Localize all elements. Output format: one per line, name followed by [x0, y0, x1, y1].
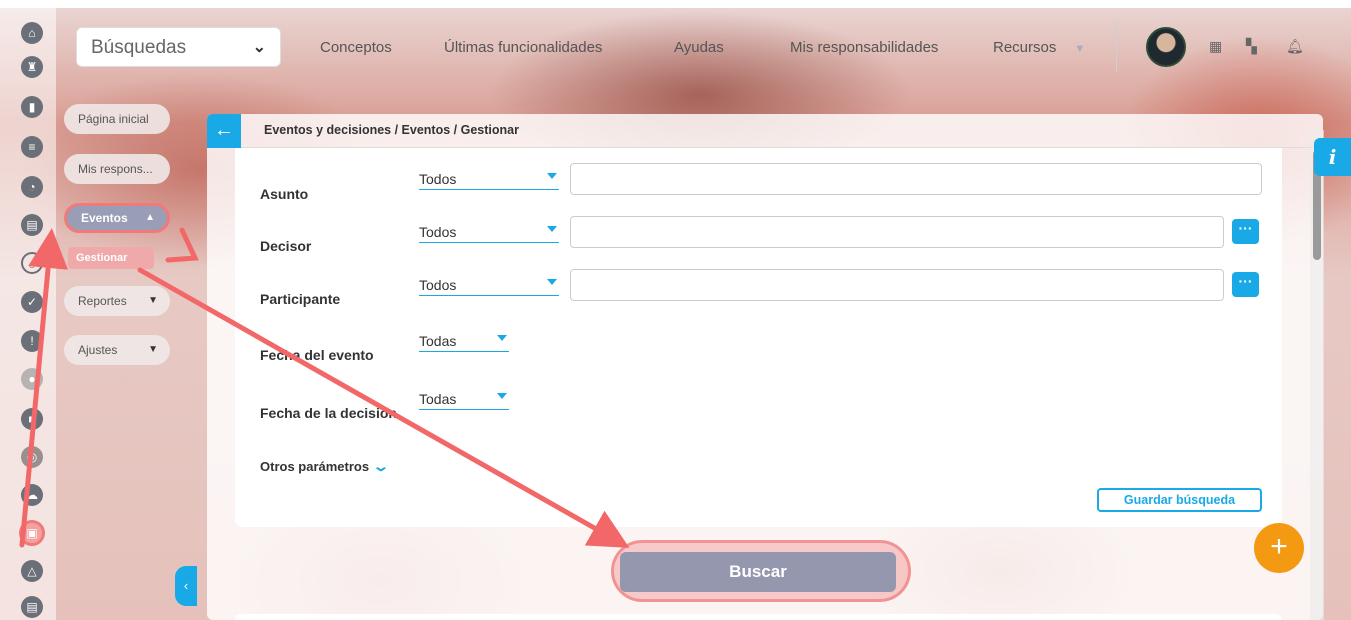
info-icon[interactable]: i: [1314, 138, 1351, 176]
breadcrumb: Eventos y decisiones / Eventos / Gestion…: [264, 123, 519, 137]
panel-header: ← Eventos y decisiones / Eventos / Gesti…: [207, 114, 1323, 148]
main-panel: ← Eventos y decisiones / Eventos / Gesti…: [207, 114, 1323, 620]
participante-value: Todos: [419, 277, 457, 293]
search-select-label: Búsquedas: [91, 37, 187, 58]
sidebar-item-label: Gestionar: [76, 252, 128, 264]
caret-down-icon: ▼: [148, 344, 158, 355]
nav-ayudas[interactable]: Ayudas: [674, 39, 724, 56]
caret-down-icon: [547, 279, 557, 285]
search-form: Asunto Todos Decisor Todos ··· Participa…: [235, 148, 1282, 527]
board-icon[interactable]: ■: [21, 408, 43, 430]
otros-parametros-toggle[interactable]: Otros parámetros ⌄: [260, 458, 390, 475]
back-button[interactable]: ←: [207, 114, 241, 148]
decisor-picker-button[interactable]: ···: [1232, 219, 1259, 244]
otros-parametros-label: Otros parámetros: [260, 459, 370, 474]
bell-icon[interactable]: 🔔︎: [1286, 38, 1304, 54]
pie-chart-icon[interactable]: ◔: [21, 176, 43, 198]
sidebar-item-eventos[interactable]: Eventos ▲: [64, 203, 170, 233]
asunto-value: Todos: [419, 171, 457, 187]
sidebar-item-reportes[interactable]: Reportes ▼: [64, 286, 170, 316]
home-icon[interactable]: ⌂: [21, 22, 43, 44]
sidebar-item-pagina-inicial[interactable]: Página inicial: [64, 104, 170, 134]
sidebar-item-gestionar[interactable]: Gestionar: [68, 247, 154, 269]
network-icon[interactable]: △: [21, 560, 43, 582]
target-icon[interactable]: ◎: [21, 446, 43, 468]
collapse-sidebar-button[interactable]: ‹: [175, 566, 197, 606]
nav-conceptos[interactable]: Conceptos: [320, 39, 392, 56]
chess-rook-icon[interactable]: ♜: [21, 56, 43, 78]
caret-down-icon: [547, 173, 557, 179]
caret-down-icon: ▼: [148, 295, 158, 306]
avatar[interactable]: [1146, 27, 1186, 67]
participante-dropdown[interactable]: Todos: [419, 274, 559, 296]
list-icon[interactable]: ≡: [21, 136, 43, 158]
top-line: [0, 0, 1351, 8]
document-icon[interactable]: ▤: [21, 214, 43, 236]
nav-divider: [1116, 22, 1117, 72]
cycle-icon[interactable]: ○: [21, 252, 43, 274]
decisor-label: Decisor: [260, 238, 312, 254]
save-search-button[interactable]: Guardar búsqueda: [1097, 488, 1262, 512]
chevron-down-icon: ⌄: [372, 458, 390, 474]
participante-picker-button[interactable]: ···: [1232, 272, 1259, 297]
fecha-decision-dropdown[interactable]: Todas: [419, 388, 509, 410]
rail-item-icon[interactable]: ●: [21, 368, 43, 390]
caret-up-icon: ▲: [145, 212, 155, 223]
caret-down-icon: [547, 226, 557, 232]
cloud-icon[interactable]: ☁: [21, 484, 43, 506]
caret-down-icon: ▼: [1074, 43, 1086, 55]
sidebar-item-label: Eventos: [81, 211, 128, 225]
buscar-button[interactable]: Buscar: [620, 552, 896, 592]
chevron-down-icon: ⌄: [252, 39, 266, 56]
calendar-grid-icon[interactable]: ▦: [1209, 38, 1225, 54]
warning-icon[interactable]: !: [21, 330, 43, 352]
decisor-dropdown[interactable]: Todos: [419, 221, 559, 243]
fecha-decision-label: Fecha de la decisión: [260, 405, 397, 421]
fecha-evento-dropdown[interactable]: Todas: [419, 330, 509, 352]
fecha-evento-label: Fecha del evento: [260, 347, 374, 363]
nav-ultimas-funcionalidades[interactable]: Últimas funcionalidades: [444, 39, 602, 56]
submenu: Página inicial Mis respons... Eventos ▲ G…: [56, 86, 176, 620]
list-doc-icon[interactable]: ▤: [21, 596, 43, 618]
asunto-dropdown[interactable]: Todos: [419, 168, 559, 190]
decisor-input[interactable]: [570, 216, 1224, 248]
map-icon[interactable]: ▚: [1246, 38, 1262, 54]
top-nav: Búsquedas ⌄ Conceptos Últimas funcionali…: [56, 8, 1351, 86]
caret-down-icon: [497, 335, 507, 341]
search-select[interactable]: Búsquedas ⌄: [76, 27, 281, 67]
check-circle-icon[interactable]: ✓: [21, 291, 43, 313]
nav-mis-responsabilidades[interactable]: Mis responsabilidades: [790, 39, 938, 56]
sidebar-item-label: Ajustes: [78, 343, 118, 357]
sidebar-item-label: Reportes: [78, 294, 127, 308]
caret-down-icon: [497, 393, 507, 399]
add-button[interactable]: +: [1254, 523, 1304, 573]
icon-rail: ⌂ ♜ ▮ ≡ ◔ ▤ ○ ✓ ! ● ■ ◎ ☁ ▣ △ ▤: [0, 8, 56, 620]
nav-recursos-label: Recursos: [993, 39, 1057, 56]
sidebar-item-mis-respons[interactable]: Mis respons...: [64, 154, 170, 184]
asunto-label: Asunto: [260, 186, 309, 202]
calendar-icon[interactable]: ▣: [19, 520, 45, 546]
fecha-evento-value: Todas: [419, 333, 457, 349]
decisor-value: Todos: [419, 224, 457, 240]
results-card: [235, 614, 1282, 620]
sidebar-item-ajustes[interactable]: Ajustes ▼: [64, 335, 170, 365]
sidebar-item-label: Mis respons...: [78, 162, 153, 176]
sidebar-item-label: Página inicial: [78, 112, 149, 126]
asunto-input[interactable]: [570, 163, 1262, 195]
fecha-decision-value: Todas: [419, 391, 457, 407]
bar-chart-icon[interactable]: ▮: [21, 96, 43, 118]
nav-recursos[interactable]: Recursos ▼: [993, 39, 1085, 56]
participante-input[interactable]: [570, 269, 1224, 301]
participante-label: Participante: [260, 291, 341, 307]
